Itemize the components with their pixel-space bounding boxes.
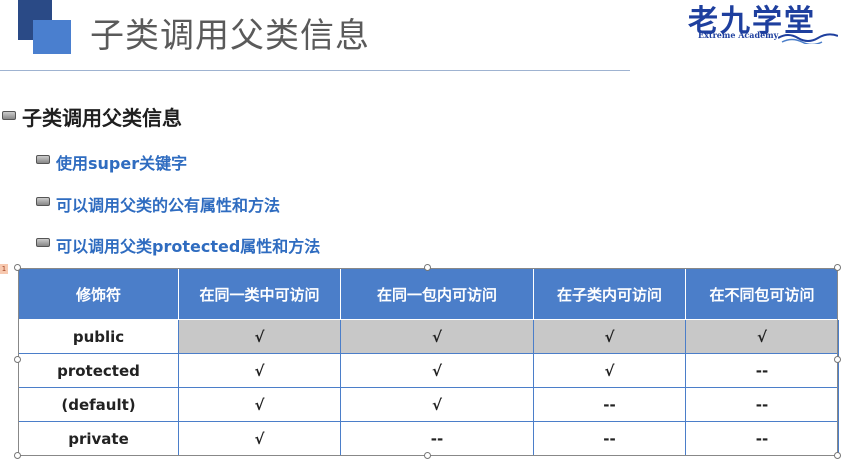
table-cell: -- [533,421,686,456]
logo-tagline: Extreme Academy [698,30,779,40]
resize-handle-left[interactable] [14,356,21,363]
table-cell: √ [533,353,686,388]
resize-handle-bottom-left[interactable] [14,452,21,459]
resize-handle-right[interactable] [834,356,841,363]
table-cell: private [18,421,179,456]
bullet-icon [36,238,50,247]
resize-handle-bottom-right[interactable] [834,452,841,459]
bullet-main: 子类调用父类信息 [22,106,182,130]
resize-handle-top[interactable] [424,264,431,271]
bullet-item: 使用super关键字 [56,154,188,173]
table-cell: √ [685,319,839,354]
table-row: protected √ √ √ -- [18,353,839,388]
table-header: 在子类内可访问 [533,268,686,320]
academy-logo: 老九学堂 Extreme Academy [688,0,838,46]
table-header: 在同一类中可访问 [178,268,341,320]
table-cell: √ [340,319,534,354]
table-row: (default) √ √ -- -- [18,387,839,422]
table-cell: √ [178,421,341,456]
table-cell: √ [178,387,341,422]
title-decor-square-front [33,20,71,54]
resize-handle-top-left[interactable] [14,264,21,271]
logo-wave-icon [778,33,838,44]
table-cell: protected [18,353,179,388]
bullet-icon [2,111,16,120]
table-cell: √ [178,353,341,388]
table-row: public √ √ √ √ [18,319,839,354]
table-cell: -- [685,353,839,388]
table-cell: √ [340,387,534,422]
access-modifier-table[interactable]: 修饰符 在同一类中可访问 在同一包内可访问 在子类内可访问 在不同包可访问 pu… [18,268,839,456]
bullet-icon [36,197,50,206]
table-cell: (default) [18,387,179,422]
table-header: 在同一包内可访问 [340,268,534,320]
selection-index-tag: 1 [0,264,8,274]
resize-handle-bottom[interactable] [424,452,431,459]
bullet-item: 可以调用父类protected属性和方法 [56,237,321,256]
table-header: 修饰符 [18,268,179,320]
title-divider [0,70,630,71]
table-cell: public [18,319,179,354]
table-row: private √ -- -- -- [18,421,839,456]
table-cell: -- [340,421,534,456]
table-cell: -- [685,421,839,456]
table-cell: -- [685,387,839,422]
table-header-row: 修饰符 在同一类中可访问 在同一包内可访问 在子类内可访问 在不同包可访问 [18,268,839,320]
table-cell: √ [178,319,341,354]
table-cell: √ [340,353,534,388]
table-header: 在不同包可访问 [685,268,839,320]
table-cell: √ [533,319,686,354]
resize-handle-top-right[interactable] [834,264,841,271]
bullet-icon [36,155,50,164]
bullet-item: 可以调用父类的公有属性和方法 [56,196,281,215]
slide-title: 子类调用父类信息 [90,16,370,56]
table-cell: -- [533,387,686,422]
